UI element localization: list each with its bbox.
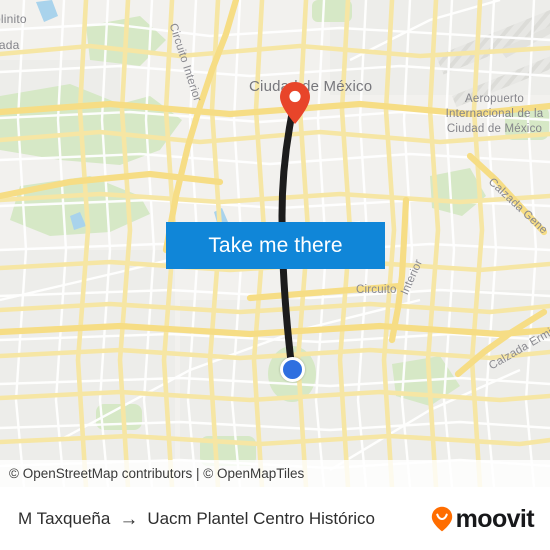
destination-marker[interactable] bbox=[279, 81, 311, 125]
moovit-pin-icon bbox=[431, 506, 453, 532]
take-me-there-button[interactable]: Take me there bbox=[166, 222, 385, 269]
route-summary: M Taxqueña → Uacm Plantel Centro Históri… bbox=[18, 509, 431, 529]
destination-name: Uacm Plantel Centro Histórico bbox=[147, 509, 376, 528]
origin-name: M Taxqueña bbox=[18, 509, 111, 528]
map-attribution-text[interactable]: © OpenStreetMap contributors | © OpenMap… bbox=[0, 466, 304, 481]
moovit-trip-map-screen: olinito ñada Ciudad de México Aeropuerto… bbox=[0, 0, 550, 550]
map-canvas[interactable]: olinito ñada Ciudad de México Aeropuerto… bbox=[0, 0, 550, 487]
moovit-logo[interactable]: moovit bbox=[431, 504, 535, 534]
arrow-right-icon: → bbox=[119, 508, 139, 530]
moovit-wordmark: moovit bbox=[455, 504, 535, 533]
map-attribution-bar: © OpenStreetMap contributors | © OpenMap… bbox=[0, 460, 550, 487]
origin-marker[interactable] bbox=[280, 357, 305, 382]
take-me-there-label: Take me there bbox=[208, 233, 343, 257]
bottom-bar: M Taxqueña → Uacm Plantel Centro Históri… bbox=[0, 487, 550, 550]
